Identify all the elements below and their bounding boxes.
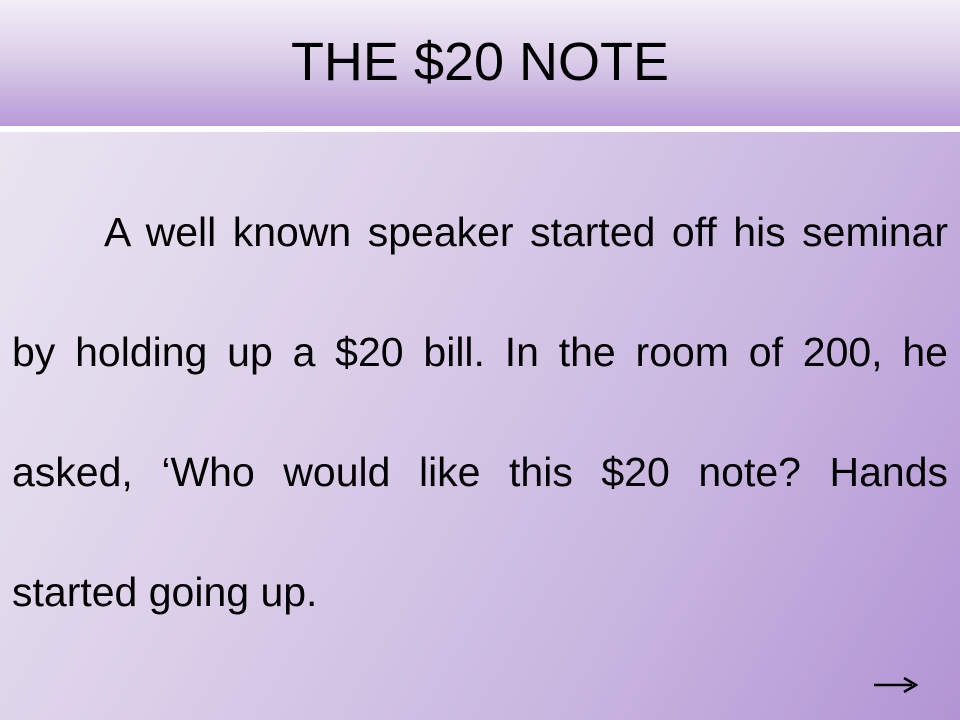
slide-title: THE $20 NOTE <box>290 32 670 92</box>
title-divider <box>0 126 960 132</box>
body-paragraph: A well known speaker started off his sem… <box>12 209 948 615</box>
title-band: THE $20 NOTE <box>0 0 960 126</box>
slide: THE $20 NOTE A well known speaker starte… <box>0 0 960 720</box>
next-arrow-icon[interactable] <box>872 668 920 702</box>
